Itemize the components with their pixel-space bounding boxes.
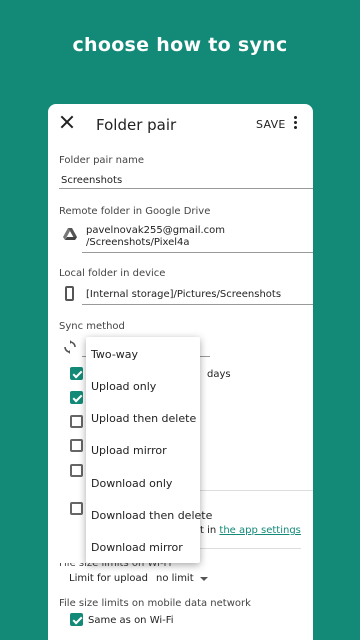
close-icon[interactable] — [60, 115, 74, 129]
remote-folder-label: Remote folder in Google Drive — [59, 206, 211, 217]
upload-limit-value[interactable]: no limit — [156, 573, 194, 584]
local-folder-label: Local folder in device — [59, 268, 166, 279]
sync-icon[interactable] — [63, 340, 77, 354]
checkbox-option-2[interactable] — [70, 391, 83, 404]
more-vert-icon[interactable] — [294, 116, 298, 130]
save-button[interactable]: SAVE — [256, 118, 286, 131]
local-path[interactable]: [Internal storage]/Pictures/Screenshots — [86, 289, 281, 300]
menu-item-two-way[interactable]: Two-way — [91, 348, 138, 361]
pair-name-underline — [59, 188, 313, 189]
same-as-wifi-label: Same as on Wi-Fi — [88, 615, 174, 626]
remote-account: pavelnovak255@gmail.com — [86, 225, 226, 236]
pair-name-label: Folder pair name — [59, 155, 144, 166]
section-divider — [198, 490, 313, 491]
phone-icon — [65, 286, 74, 301]
checkbox-option-1[interactable] — [70, 367, 83, 380]
google-drive-icon — [63, 228, 77, 240]
page-title: Folder pair — [96, 116, 177, 134]
local-underline — [82, 304, 313, 305]
remote-path[interactable]: /Screenshots/Pixel4a — [86, 237, 190, 248]
settings-note: t in the app settings — [200, 525, 301, 536]
checkbox-option-6[interactable] — [70, 502, 83, 515]
sync-method-menu: Two-way Upload only Upload then delete U… — [86, 337, 212, 563]
checkbox-option-5[interactable] — [70, 464, 83, 477]
mobile-limits-label: File size limits on mobile data network — [59, 598, 251, 609]
menu-item-download-mirror[interactable]: Download mirror — [91, 541, 183, 554]
promo-title: choose how to sync — [72, 34, 288, 56]
section-divider-2 — [198, 548, 301, 549]
menu-item-upload-mirror[interactable]: Upload mirror — [91, 444, 167, 457]
menu-item-download-then-delete[interactable]: Download then delete — [91, 509, 212, 522]
app-settings-link[interactable]: the app settings — [219, 525, 300, 536]
upload-limit-label: Limit for upload — [69, 573, 148, 584]
menu-item-upload-then-delete[interactable]: Upload then delete — [91, 412, 196, 425]
same-as-wifi-checkbox[interactable] — [70, 613, 83, 626]
menu-item-upload-only[interactable]: Upload only — [91, 380, 156, 393]
chevron-down-icon[interactable] — [200, 577, 208, 581]
pair-name-input[interactable]: Screenshots — [61, 175, 122, 186]
checkbox-option-4[interactable] — [70, 439, 83, 452]
app-bar: Folder pair SAVE — [48, 104, 313, 146]
settings-note-prefix: t in — [200, 525, 220, 536]
remote-underline — [82, 252, 313, 253]
sync-method-label: Sync method — [59, 321, 125, 332]
option-days-text: days — [207, 369, 231, 380]
menu-item-download-only[interactable]: Download only — [91, 477, 172, 490]
checkbox-option-3[interactable] — [70, 415, 83, 428]
